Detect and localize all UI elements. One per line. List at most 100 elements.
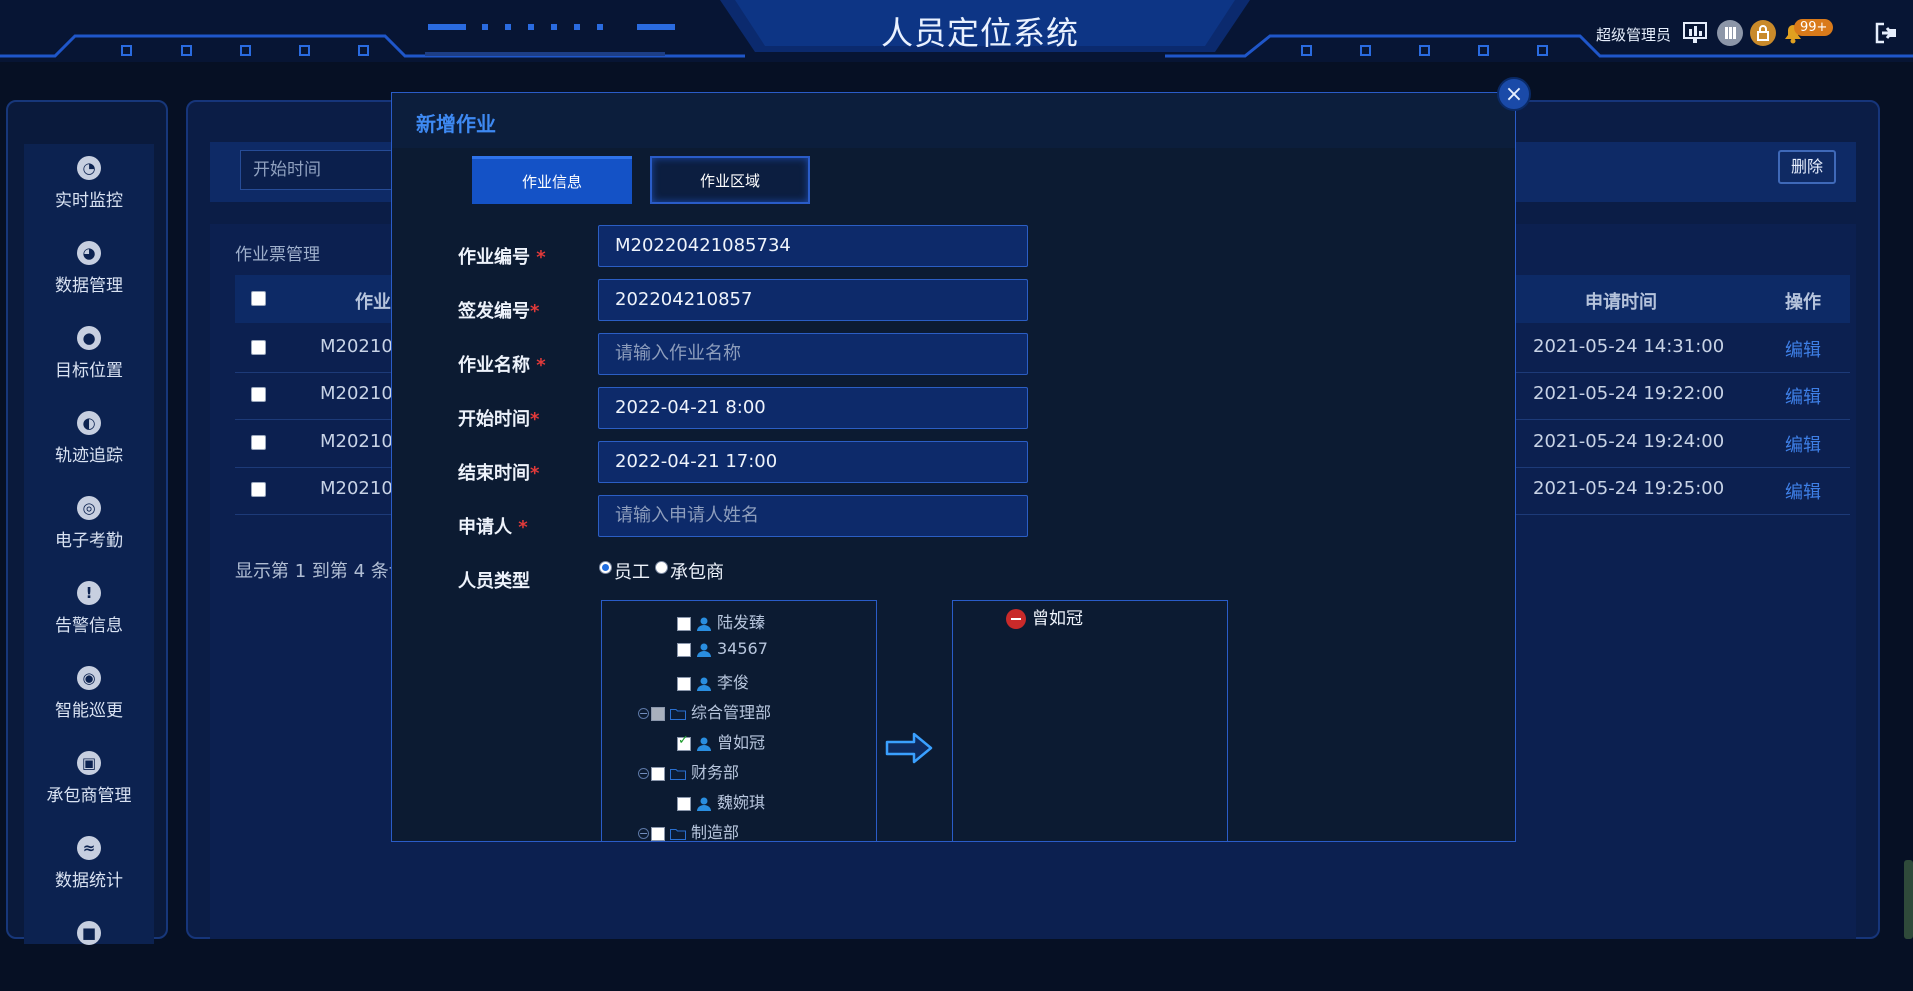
start-time-label: 开始时间* <box>458 409 540 430</box>
tree-node-person[interactable]: 李俊 <box>677 669 750 692</box>
app-title: 人员定位系统 <box>880 14 1079 52</box>
sidebar-nav: ◔ 实时监控 ◕ 数据管理 ● 目标位置 ◐ 轨迹追踪 ◎ 电子考勤 ! 告警信… <box>24 144 154 945</box>
delete-button[interactable]: 删除 <box>1778 150 1836 184</box>
dialog-header <box>392 93 1515 148</box>
selected-person-item[interactable]: 曾如冠 <box>1006 604 1083 629</box>
tree-node-person[interactable]: 曾如冠 <box>677 729 766 752</box>
personnel-tree: 陆发臻 34567 李俊 − 综合管理部 曾如冠 − 财务部 魏婉琪 − 制造部 <box>601 600 877 842</box>
job-no-input[interactable]: M20220421085734 <box>598 225 1028 267</box>
job-name-label: 作业名称 * <box>458 355 546 376</box>
scrollbar[interactable] <box>1904 860 1913 939</box>
start-time-input[interactable]: 2022-04-21 8:00 <box>598 387 1028 429</box>
logout-icon[interactable] <box>1873 20 1899 46</box>
tree-node-person[interactable]: 魏婉琪 <box>677 789 766 812</box>
folder-icon <box>670 768 686 780</box>
sidebar-item-label: 数据管理 <box>55 276 123 296</box>
tree-node-label: 魏婉琪 <box>717 793 766 812</box>
sidebar-item-statistics[interactable]: ≈ 数据统计 <box>24 836 154 906</box>
sidebar-item-label: 目标位置 <box>55 361 123 381</box>
tree-node-department[interactable]: − 综合管理部 <box>638 699 771 722</box>
sidebar-item-realtime-monitor[interactable]: ◔ 实时监控 <box>24 156 154 226</box>
pause-icon[interactable] <box>1717 20 1743 46</box>
remove-icon[interactable] <box>1006 609 1026 629</box>
tree-checkbox[interactable] <box>651 706 665 721</box>
issue-no-input[interactable]: 202204210857 <box>598 279 1028 321</box>
issue-no-label: 签发编号* <box>458 301 540 322</box>
close-icon: × <box>1504 82 1524 107</box>
column-header-job: 作业 <box>355 292 391 313</box>
tree-checkbox[interactable] <box>677 676 691 691</box>
column-header-action: 操作 <box>1785 292 1821 313</box>
job-name-input[interactable]: 请输入作业名称 <box>598 333 1028 375</box>
sidebar-item-label: 承包商管理 <box>46 786 132 806</box>
sidebar-item-label: 告警信息 <box>55 616 123 636</box>
dialog-title: 新增作业 <box>416 112 496 136</box>
sidebar-item-more[interactable]: ■ <box>24 921 154 991</box>
tree-checkbox[interactable] <box>677 642 691 657</box>
cell-apply-time: 2021-05-24 14:31:00 <box>1533 336 1725 357</box>
row-checkbox[interactable] <box>251 482 266 497</box>
user-name[interactable]: 超级管理员 <box>1596 24 1671 45</box>
tree-checkbox[interactable] <box>677 796 691 811</box>
tree-checkbox[interactable] <box>677 733 691 751</box>
dashboard-icon: ◔ <box>77 156 101 180</box>
sidebar-item-target-location[interactable]: ● 目标位置 <box>24 326 154 396</box>
row-checkbox[interactable] <box>251 435 266 450</box>
tree-node-label: 制造部 <box>691 823 740 842</box>
edit-link[interactable]: 编辑 <box>1785 383 1821 409</box>
row-checkbox[interactable] <box>251 340 266 355</box>
person-icon <box>697 677 711 691</box>
end-time-input[interactable]: 2022-04-21 17:00 <box>598 441 1028 483</box>
monitor-icon[interactable] <box>1682 20 1708 46</box>
pie-chart-icon: ◕ <box>77 241 101 265</box>
tree-node-person[interactable]: 陆发臻 <box>677 609 765 632</box>
folder-icon <box>670 708 686 720</box>
sidebar-item-patrol[interactable]: ◉ 智能巡更 <box>24 666 154 736</box>
top-header: 人员定位系统 超级管理员 99+ <box>0 0 1913 62</box>
sidebar-item-alerts[interactable]: ! 告警信息 <box>24 581 154 651</box>
tab-job-area[interactable]: 作业区域 <box>650 156 810 204</box>
sidebar-item-track[interactable]: ◐ 轨迹追踪 <box>24 411 154 481</box>
tree-node-person[interactable]: 34567 <box>677 639 768 661</box>
tree-node-label: 李俊 <box>717 673 750 692</box>
collapse-icon[interactable]: − <box>638 708 649 719</box>
tree-checkbox[interactable] <box>651 766 665 781</box>
employee-radio[interactable] <box>599 561 612 574</box>
sidebar-item-attendance[interactable]: ◎ 电子考勤 <box>24 496 154 566</box>
end-time-label: 结束时间* <box>458 463 540 484</box>
location-pin-icon: ● <box>77 326 101 350</box>
person-icon <box>697 643 711 657</box>
collapse-icon[interactable]: − <box>638 828 649 839</box>
tab-job-info[interactable]: 作业信息 <box>472 156 632 204</box>
broadcast-icon: ◉ <box>77 666 101 690</box>
sidebar-item-label: 智能巡更 <box>55 701 123 721</box>
line-chart-icon: ≈ <box>77 836 101 860</box>
person-icon <box>697 617 711 631</box>
edit-link[interactable]: 编辑 <box>1785 431 1821 457</box>
collapse-icon[interactable]: − <box>638 768 649 779</box>
tree-node-department[interactable]: − 制造部 <box>638 819 739 841</box>
applicant-input[interactable]: 请输入申请人姓名 <box>598 495 1028 537</box>
tree-checkbox[interactable] <box>651 826 665 841</box>
contractor-radio[interactable] <box>655 561 668 574</box>
selected-person-label: 曾如冠 <box>1032 609 1083 629</box>
row-checkbox[interactable] <box>251 387 266 402</box>
sidebar-item-label: 实时监控 <box>55 191 123 211</box>
target-icon: ◎ <box>77 496 101 520</box>
sidebar-item-contractor[interactable]: ▣ 承包商管理 <box>24 751 154 821</box>
tree-node-label: 财务部 <box>691 763 740 782</box>
tree-node-label: 34567 <box>717 639 768 658</box>
transfer-arrow-icon[interactable] <box>884 730 934 766</box>
sidebar: ◔ 实时监控 ◕ 数据管理 ● 目标位置 ◐ 轨迹追踪 ◎ 电子考勤 ! 告警信… <box>6 100 168 945</box>
lock-icon[interactable] <box>1750 20 1776 46</box>
tree-checkbox[interactable] <box>677 616 691 631</box>
edit-link[interactable]: 编辑 <box>1785 336 1821 362</box>
select-all-checkbox[interactable] <box>251 291 266 306</box>
cell-job-no: M20210 <box>320 383 393 404</box>
edit-link[interactable]: 编辑 <box>1785 478 1821 504</box>
tree-node-department[interactable]: − 财务部 <box>638 759 740 782</box>
tree-node-label: 曾如冠 <box>717 733 766 752</box>
close-button[interactable]: × <box>1497 77 1531 111</box>
sidebar-item-data-management[interactable]: ◕ 数据管理 <box>24 241 154 311</box>
job-no-label: 作业编号 * <box>458 247 546 268</box>
